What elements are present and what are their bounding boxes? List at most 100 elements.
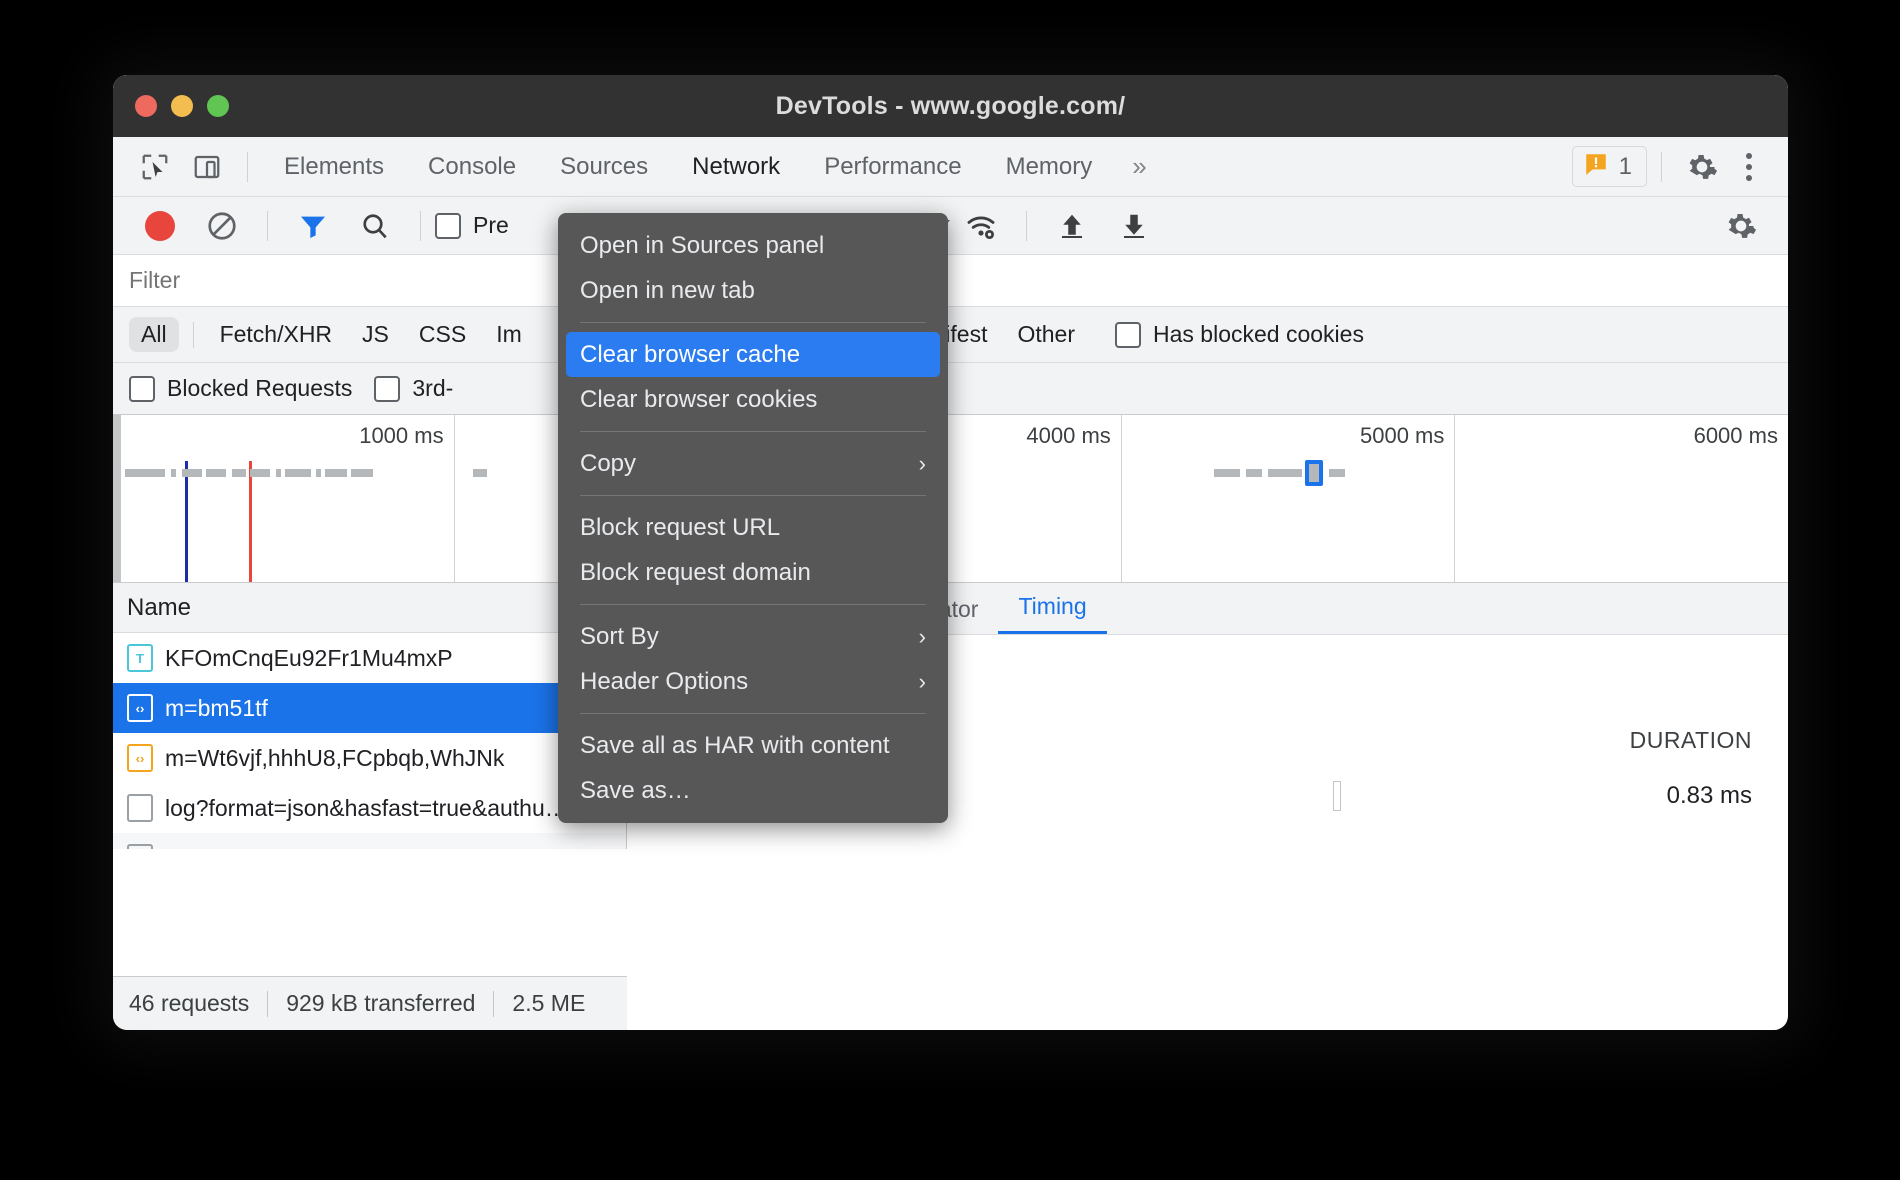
generic-resource-icon <box>127 844 153 849</box>
third-party-group[interactable]: 3rd- <box>374 375 453 402</box>
table-row[interactable]: T KFOmCnqEu92Fr1Mu4mxP <box>113 633 626 683</box>
tab-sources[interactable]: Sources <box>538 137 670 197</box>
tab-elements[interactable]: Elements <box>262 137 406 197</box>
inspect-cursor-icon[interactable] <box>129 144 181 190</box>
has-blocked-cookies-checkbox[interactable] <box>1115 322 1141 348</box>
more-vertical-icon[interactable] <box>1728 153 1770 181</box>
overview-tick-6000ms: 6000 ms <box>1694 423 1778 449</box>
third-party-checkbox[interactable] <box>374 376 400 402</box>
overview-tick-4000ms: 4000 ms <box>1026 423 1110 449</box>
menu-divider <box>580 431 926 432</box>
menu-item-clear-browser-cache[interactable]: Clear browser cache <box>566 332 940 377</box>
overview-cell-5000ms[interactable]: 5000 ms <box>1122 415 1456 582</box>
tab-memory[interactable]: Memory <box>984 137 1115 197</box>
toolbar-divider-2 <box>420 211 421 241</box>
network-conditions-wifi-icon[interactable] <box>950 204 1012 248</box>
resources-size: 2.5 ME <box>512 990 585 1017</box>
menu-item-copy[interactable]: Copy › <box>558 441 948 486</box>
overview-request-bars <box>121 469 454 479</box>
filter-bar <box>113 255 1788 307</box>
warning-badge[interactable]: 1 <box>1572 146 1647 187</box>
network-overview-timeline[interactable]: 1000 ms <box>113 415 1788 583</box>
preserve-log-checkbox[interactable] <box>435 213 461 239</box>
timing-bar <box>1333 781 1341 811</box>
has-blocked-cookies-label: Has blocked cookies <box>1153 321 1364 348</box>
network-status-bar: 46 requests 929 kB transferred 2.5 ME <box>113 976 627 1030</box>
blocked-requests-checkbox[interactable] <box>129 376 155 402</box>
overview-cell-1000ms[interactable]: 1000 ms <box>121 415 455 582</box>
overview-request-bars-5 <box>1122 469 1455 479</box>
type-chip-css[interactable]: CSS <box>407 317 478 352</box>
more-tabs-icon[interactable]: » <box>1114 151 1164 182</box>
tab-performance[interactable]: Performance <box>802 137 983 197</box>
download-arrow-icon[interactable] <box>1103 204 1165 248</box>
menu-item-copy-label: Copy <box>580 450 636 478</box>
table-row[interactable]: ‹› m=bm51tf <box>113 683 626 733</box>
window-titlebar: DevTools - www.google.com/ <box>113 75 1788 137</box>
screenshot-root: DevTools - www.google.com/ Elements Cons… <box>0 0 1900 1180</box>
chevron-right-icon: › <box>919 451 926 477</box>
overview-tick-1000ms: 1000 ms <box>359 423 443 449</box>
devtools-window: DevTools - www.google.com/ Elements Cons… <box>113 75 1788 1030</box>
upload-arrow-icon[interactable] <box>1041 204 1103 248</box>
panel-tabs: Elements Console Sources Network Perform… <box>262 137 1165 197</box>
has-blocked-cookies-group[interactable]: Has blocked cookies <box>1115 321 1364 348</box>
script-resource-icon: ‹› <box>127 694 153 722</box>
request-name: m=bm51tf <box>165 695 268 722</box>
request-name-column-header[interactable]: Name <box>113 583 626 633</box>
type-chip-js[interactable]: JS <box>350 317 401 352</box>
script-resource-icon: ‹› <box>127 744 153 772</box>
search-icon[interactable] <box>344 204 406 248</box>
request-name: KFOmCnqEu92Fr1Mu4mxP <box>165 645 453 672</box>
menu-item-sort-by[interactable]: Sort By › <box>558 614 948 659</box>
blocked-requests-label: Blocked Requests <box>167 375 352 402</box>
window-title: DevTools - www.google.com/ <box>113 92 1788 121</box>
type-chip-fetch-xhr[interactable]: Fetch/XHR <box>208 317 344 352</box>
network-context-menu: Open in Sources panel Open in new tab Cl… <box>558 213 948 823</box>
menu-item-block-request-url[interactable]: Block request URL <box>558 505 948 550</box>
table-row[interactable]: ‹› m=Wt6vjf,hhhU8,FCpbqb,WhJNk <box>113 733 626 783</box>
overview-selected-bar[interactable] <box>1305 460 1323 486</box>
filter-input[interactable] <box>129 267 549 294</box>
menu-item-header-options-label: Header Options <box>580 668 748 696</box>
load-event-marker <box>249 461 252 582</box>
toolbar-divider-3 <box>1026 211 1027 241</box>
menu-item-block-request-domain[interactable]: Block request domain <box>558 550 948 595</box>
network-toolbar: Pre o throttling <box>113 197 1788 255</box>
table-row[interactable]: log?format=json&hasfast=true&authu… <box>113 833 626 849</box>
gear-icon[interactable] <box>1676 144 1728 190</box>
status-divider-1 <box>267 991 268 1017</box>
overview-grip-handle[interactable] <box>113 415 121 582</box>
menu-item-open-in-sources-panel[interactable]: Open in Sources panel <box>558 223 948 268</box>
resource-type-bar: All Fetch/XHR JS CSS Im n Manifest Other… <box>113 307 1788 363</box>
network-split-view: Name T KFOmCnqEu92Fr1Mu4mxP ‹› m=bm51tf … <box>113 583 1788 849</box>
tab-timing[interactable]: Timing <box>998 581 1106 634</box>
record-button-icon[interactable] <box>129 204 191 248</box>
toolbar-divider-1 <box>267 211 268 241</box>
devtools-tabstrip: Elements Console Sources Network Perform… <box>113 137 1788 197</box>
transferred-size: 929 kB transferred <box>286 990 475 1017</box>
third-party-label: 3rd- <box>412 375 453 402</box>
menu-item-save-all-as-har[interactable]: Save all as HAR with content <box>558 723 948 768</box>
overview-cell-6000ms[interactable]: 6000 ms <box>1455 415 1788 582</box>
menu-item-clear-browser-cookies[interactable]: Clear browser cookies <box>558 377 948 422</box>
type-chip-all[interactable]: All <box>129 317 179 352</box>
menu-item-header-options[interactable]: Header Options › <box>558 659 948 704</box>
table-row[interactable]: log?format=json&hasfast=true&authu… <box>113 783 626 833</box>
tab-network[interactable]: Network <box>670 137 802 197</box>
funnel-filter-icon[interactable] <box>282 204 344 248</box>
device-toolbar-icon[interactable] <box>181 144 233 190</box>
menu-item-sort-by-label: Sort By <box>580 623 659 651</box>
tabstrip-divider <box>247 152 248 182</box>
tab-console[interactable]: Console <box>406 137 538 197</box>
menu-item-save-as[interactable]: Save as… <box>558 768 948 813</box>
type-chip-img[interactable]: Im <box>484 317 534 352</box>
clear-no-entry-icon[interactable] <box>191 204 253 248</box>
tabstrip-actions: 1 <box>1572 144 1788 190</box>
type-chip-other[interactable]: Other <box>1005 317 1087 352</box>
timing-bar-area <box>1003 781 1592 811</box>
menu-item-open-in-new-tab[interactable]: Open in new tab <box>558 268 948 313</box>
actions-divider <box>1661 152 1662 182</box>
network-settings-gear-icon[interactable] <box>1710 204 1772 248</box>
type-divider <box>193 322 194 348</box>
